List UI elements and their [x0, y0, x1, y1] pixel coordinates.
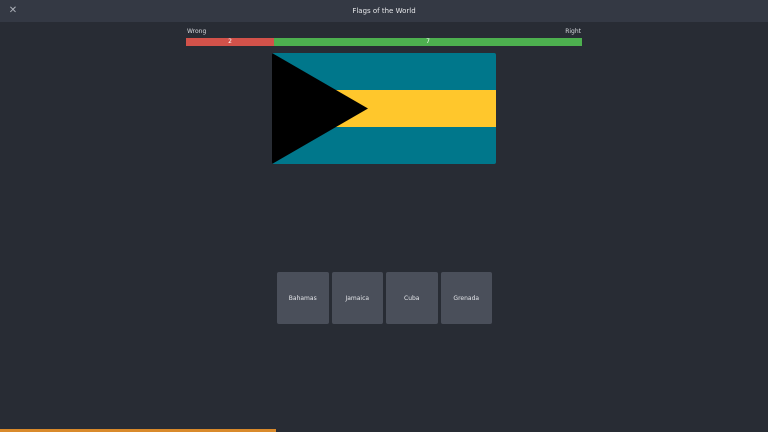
- right-count-bar: 7: [274, 38, 582, 46]
- answer-choices: Bahamas Jamaica Cuba Grenada: [277, 272, 492, 324]
- bahamas-flag: [272, 53, 496, 164]
- window-title: Flags of the World: [352, 7, 416, 15]
- close-icon[interactable]: ✕: [6, 4, 20, 18]
- right-label: Right: [565, 28, 581, 35]
- wrong-label: Wrong: [187, 28, 207, 35]
- title-bar: Flags of the World ✕: [0, 0, 768, 22]
- choice-jamaica-button[interactable]: Jamaica: [331, 272, 383, 324]
- choice-grenada-button[interactable]: Grenada: [440, 272, 492, 324]
- choice-bahamas-button[interactable]: Bahamas: [277, 272, 329, 324]
- flag-quiz-app: Flags of the World ✕ Wrong Right 2 7 Bah…: [0, 0, 768, 432]
- wrong-count-bar: 2: [186, 38, 274, 46]
- score-bar: 2 7: [186, 38, 582, 46]
- score-labels: Wrong Right: [186, 28, 582, 37]
- flag-image: [272, 53, 496, 164]
- choice-cuba-button[interactable]: Cuba: [386, 272, 438, 324]
